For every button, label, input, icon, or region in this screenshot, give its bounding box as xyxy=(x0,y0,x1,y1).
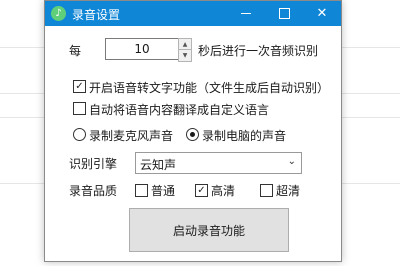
interval-input[interactable]: 10 xyxy=(105,38,179,60)
quality-hd-label: 高清 xyxy=(211,184,236,198)
speech-to-text-label: 开启语音转文字功能（文件生成后自动识别） xyxy=(89,81,330,95)
chevron-down-icon: ⌄ xyxy=(287,156,296,167)
quality-label: 录音品质 xyxy=(69,184,118,198)
maximize-icon xyxy=(278,8,290,19)
translate-label: 自动将语音内容翻译成自定义语言 xyxy=(89,103,270,117)
spin-up-button[interactable]: ▲ xyxy=(179,39,191,50)
interval-spinner: ▲ ▼ xyxy=(178,38,192,62)
close-button[interactable]: ✕ xyxy=(303,1,341,26)
check-icon: ✓ xyxy=(75,81,84,92)
recording-settings-dialog: ♪ 录音设置 ✕ 每 10 ▲ ▼ 秒后进行一次音频识别 ✓ 开启语音转文字功能… xyxy=(44,0,342,262)
start-recording-button[interactable]: 启动录音功能 xyxy=(129,208,289,252)
speech-to-text-checkbox[interactable]: ✓ xyxy=(73,80,86,93)
window-title: 录音设置 xyxy=(72,8,121,22)
quality-uhd-label: 超清 xyxy=(276,184,301,198)
quality-hd-checkbox[interactable]: ✓ xyxy=(195,184,208,197)
translate-checkbox[interactable] xyxy=(73,102,86,115)
chevron-up-icon: ▲ xyxy=(182,40,188,48)
title-bar[interactable]: ♪ 录音设置 ✕ xyxy=(45,1,341,26)
minimize-button[interactable] xyxy=(227,1,265,26)
radio-selected-dot xyxy=(190,132,195,137)
engine-select[interactable]: 云知声 ⌄ xyxy=(135,152,302,174)
quality-normal-checkbox[interactable] xyxy=(135,184,148,197)
close-icon: ✕ xyxy=(316,6,328,21)
interval-suffix-label: 秒后进行一次音频识别 xyxy=(198,44,319,58)
system-audio-radio[interactable] xyxy=(186,128,199,141)
engine-label: 识别引擎 xyxy=(69,157,118,171)
mic-radio-label: 录制麦克风声音 xyxy=(89,129,174,143)
mic-radio[interactable] xyxy=(73,128,86,141)
engine-select-value: 云知声 xyxy=(140,158,177,172)
chevron-down-icon: ▼ xyxy=(182,52,188,59)
minimize-icon xyxy=(241,13,251,14)
quality-uhd-checkbox[interactable] xyxy=(260,184,273,197)
check-icon: ✓ xyxy=(197,185,206,196)
maximize-button[interactable] xyxy=(265,1,303,26)
app-icon: ♪ xyxy=(51,6,66,21)
system-audio-radio-label: 录制电脑的声音 xyxy=(202,129,287,143)
spin-down-button[interactable]: ▼ xyxy=(179,50,191,61)
interval-prefix-label: 每 xyxy=(69,44,82,58)
quality-normal-label: 普通 xyxy=(151,184,176,198)
